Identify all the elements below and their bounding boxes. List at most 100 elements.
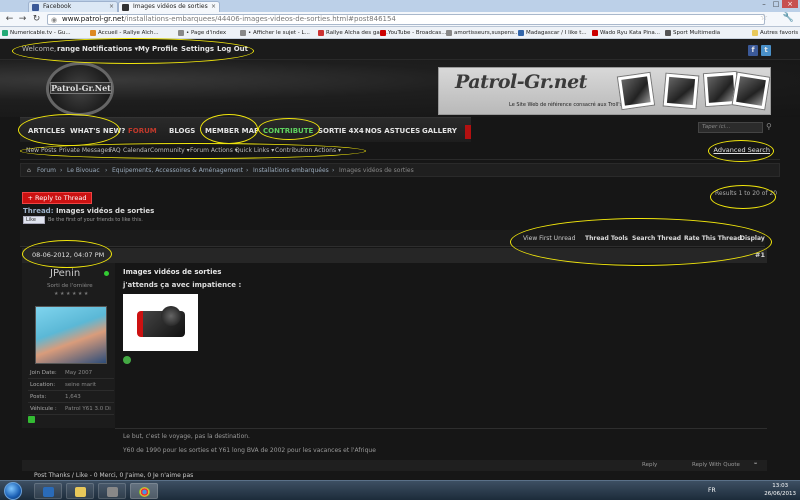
browser-tab-facebook[interactable]: Facebook × [28,1,118,12]
my-profile-link[interactable]: My Profile [138,45,178,53]
reload-icon[interactable]: ↻ [31,14,42,25]
user-title: Sorti de l'ornière [47,283,93,289]
bookmark-label: Sport Multimedia [673,30,721,36]
taskbar-app[interactable] [34,483,62,499]
settings-link[interactable]: Settings [181,45,214,53]
url-input[interactable]: ◉ www.patrol-gr.net/installations-embarqu… [47,14,765,25]
bookmark-favicon-icon [318,30,324,36]
bookmark-star-icon[interactable]: ☆ [760,13,768,23]
subnav-contribution-actions[interactable]: Contribution Actions ▾ [275,147,341,154]
search-icon[interactable]: ⚲ [766,122,772,131]
bookmark-item[interactable]: Accueil - Rallye Aïch... [90,28,159,38]
forward-icon[interactable]: → [17,14,28,25]
browser-tab-current[interactable]: Images vidéos de sorties × [118,1,220,12]
rate-thread-menu[interactable]: Rate This Thread [684,235,742,242]
bookmark-item[interactable]: Sport Multimedia [665,28,720,38]
bookmark-label: Accueil - Rallye Aïch... [98,30,159,36]
nav-forum[interactable]: FORUM [128,127,157,135]
info-row: Join Date: May 2007 [28,367,114,379]
nav-sortie-4x4[interactable]: SORTIE 4X4 [318,127,364,135]
multi-quote-icon[interactable]: ❝ [754,462,757,468]
maximize-icon[interactable]: □ [770,0,782,8]
subnav-faq[interactable]: FAQ [109,147,121,154]
info-row: Location: seine marit [28,379,114,391]
sub-nav: New Posts Private Messages FAQ Calendar … [20,142,780,160]
tab-label: Images vidéos de sorties [133,3,208,10]
search-input[interactable]: Taper ici... [698,122,763,133]
avatar[interactable] [35,306,107,364]
subnav-forum-actions[interactable]: Forum Actions ▾ [190,147,238,154]
search-thread-menu[interactable]: Search Thread [632,235,681,242]
banner-photo [662,72,700,110]
site-banner: Patrol-Gr.net Le Site Web de référence c… [438,67,771,115]
close-tab-icon[interactable]: × [211,2,216,12]
subnav-community[interactable]: Community ▾ [150,147,190,154]
notifications-menu[interactable]: Notifications ▾ [82,45,138,53]
url-path: /installations-embarquees/44406-images-v… [124,15,396,23]
system-clock[interactable]: 13:03 26/06/2013 [764,482,796,498]
bookmark-item[interactable]: YouTube - Broadcas... [380,28,447,38]
twitter-icon[interactable]: t [761,45,771,56]
start-button[interactable] [4,482,22,500]
bookmark-item[interactable]: Madagascar / I like t... [518,28,587,38]
other-bookmarks[interactable]: Autres favoris [752,28,798,38]
display-menu[interactable]: Display [740,235,765,242]
username-link[interactable]: range [57,45,80,53]
thread-title-text: Images vidéos de sorties [55,207,155,215]
user-action-icon[interactable] [28,416,35,423]
subnav-private-messages[interactable]: Private Messages [59,147,111,154]
breadcrumb-item[interactable]: Equipements, Accessoires & Aménagement [112,167,243,174]
nav-member-map[interactable]: MEMBER MAP [205,127,259,135]
nav-contribute[interactable]: CONTRIBUTE [263,127,313,135]
taskbar-app-chrome[interactable] [130,483,158,499]
reply-button[interactable]: Reply [642,462,657,468]
post-date: 08-06-2012, 04:07 PM [32,251,105,259]
nav-gallery[interactable]: GALLERY [422,127,457,135]
bookmark-favicon-icon [90,30,96,36]
nav-whats-new[interactable]: WHAT'S NEW? [70,127,125,135]
ie-icon [43,487,54,497]
bookmark-item[interactable]: • Page d'index [178,28,226,38]
wrench-menu-icon[interactable]: 🔧 [783,13,794,23]
facebook-icon[interactable]: f [748,45,758,56]
nav-blogs[interactable]: BLOGS [169,127,195,135]
subnav-new-posts[interactable]: New Posts [26,147,57,154]
advanced-search-link[interactable]: Advanced Search [713,146,770,154]
info-key: Véhicule : [30,406,57,412]
breadcrumb-item[interactable]: Forum [37,167,56,174]
logout-link[interactable]: Log Out [217,45,248,53]
bookmark-item[interactable]: amortisseurs,suspens... [446,28,519,38]
reputation-stars: ★★★★★★ [54,291,90,297]
post-number[interactable]: #1 [755,251,765,259]
home-icon[interactable]: ⌂ [27,167,31,174]
reply-with-quote-button[interactable]: Reply With Quote [692,462,740,468]
bookmark-favicon-icon [592,30,598,36]
user-info-table: Join Date: May 2007 Location: seine marit … [28,367,114,415]
language-indicator[interactable]: FR [708,487,716,494]
bookmark-item[interactable]: Numericable.tv - Gu... [2,28,71,38]
taskbar-app[interactable] [66,483,94,499]
reply-to-thread-button[interactable]: + Reply to Thread [22,192,92,204]
breadcrumb-item[interactable]: Le Bivouac [67,167,100,174]
bookmark-item[interactable]: • Afficher le sujet - L... [240,28,310,38]
post-image-thumbnail[interactable] [123,294,198,351]
explorer-icon [75,487,86,497]
view-first-unread-link[interactable]: View First Unread [523,235,575,242]
nav-nos-astuces[interactable]: NOS ASTUCES [365,127,420,135]
post-author[interactable]: JPenin [50,268,80,279]
subnav-quick-links[interactable]: Quick Links ▾ [235,147,274,154]
taskbar-app[interactable] [98,483,126,499]
breadcrumb-item[interactable]: Installations embarquées [253,167,329,174]
close-window-icon[interactable]: × [782,0,798,8]
bookmark-label: YouTube - Broadcas... [388,30,447,36]
close-tab-icon[interactable]: × [109,2,114,12]
facebook-like-button[interactable]: Like [23,216,45,224]
info-row: Véhicule : Patrol Y61 3.0 Di [28,403,114,415]
subnav-calendar[interactable]: Calendar [123,147,150,154]
thread-tools-menu[interactable]: Thread Tools [585,235,628,242]
bookmark-item[interactable]: Wado Ryu Kata Pina... [592,28,660,38]
nav-articles[interactable]: ARTICLES [28,127,65,135]
bookmark-item[interactable]: Rallye Aïcha des gaz... [318,28,388,38]
minimize-icon[interactable]: – [758,0,770,8]
back-icon[interactable]: ← [4,14,15,25]
